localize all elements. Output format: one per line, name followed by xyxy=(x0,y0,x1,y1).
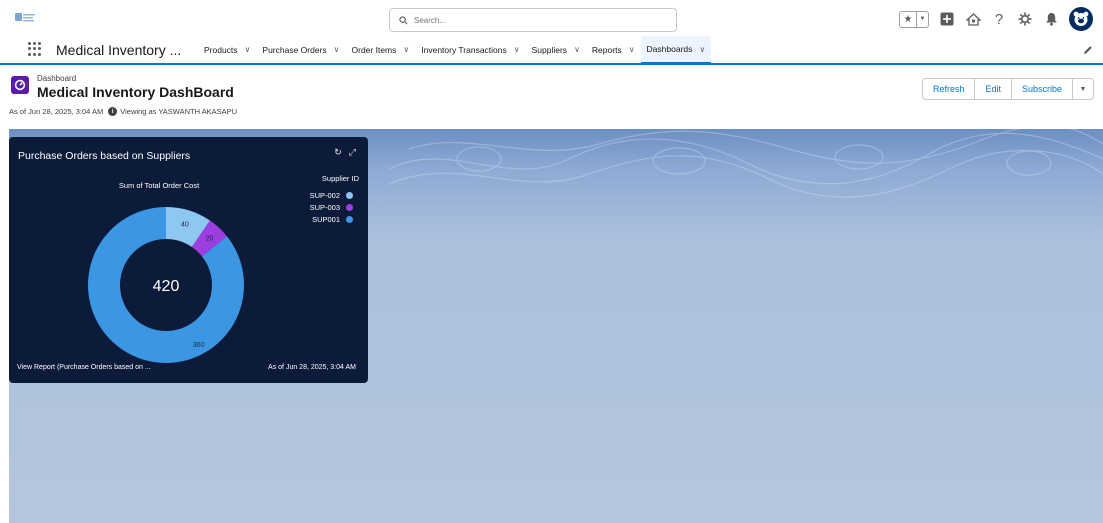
user-avatar[interactable] xyxy=(1069,7,1093,31)
app-launcher-icon[interactable] xyxy=(28,42,42,56)
trailhead-icon[interactable] xyxy=(965,11,981,27)
edit-nav-pencil-icon[interactable] xyxy=(1083,45,1093,55)
view-report-link[interactable]: View Report (Purchase Orders based on ..… xyxy=(17,364,151,371)
nav-tab-label: Inventory Transactions xyxy=(421,44,507,55)
expand-icon[interactable]: ⤢ xyxy=(349,147,356,158)
viewing-as-text: Viewing as YASWANTH AKASAPU xyxy=(120,107,238,116)
favorites-control[interactable]: ★ ▼ xyxy=(899,10,929,28)
search-icon xyxy=(399,15,408,24)
chart-legend: SUP-002 SUP-003 SUP001 xyxy=(310,189,353,225)
widget-tools: ↻ ⤢ xyxy=(334,147,356,158)
chevron-down-icon[interactable]: ∨ xyxy=(574,45,580,54)
legend-item[interactable]: SUP-002 xyxy=(310,189,353,201)
page-title: Medical Inventory DashBoard xyxy=(37,84,234,100)
dashboard-icon xyxy=(11,76,29,94)
donut-data-label: 360 xyxy=(193,342,205,349)
app-navigation-bar: Medical Inventory ... Products ∨ Purchase… xyxy=(0,36,1103,65)
chevron-down-icon: ▼ xyxy=(1079,85,1087,93)
chevron-down-icon[interactable]: ∨ xyxy=(514,45,520,54)
legend-label: SUP-002 xyxy=(309,190,340,200)
app-name: Medical Inventory ... xyxy=(56,42,182,58)
refresh-button[interactable]: Refresh xyxy=(921,78,976,100)
edit-button[interactable]: Edit xyxy=(974,78,1012,100)
nav-tab-label: Dashboards xyxy=(646,44,693,54)
nav-tab-dashboards[interactable]: Dashboards ∨ xyxy=(640,36,712,65)
global-actions-icon[interactable] xyxy=(939,11,955,27)
dashboard-timestamp: As of Jun 28, 2025, 3:04 AM i Viewing as… xyxy=(9,107,237,116)
chevron-down-icon[interactable]: ∨ xyxy=(245,45,251,54)
chart-measure-label: Sum of Total Order Cost xyxy=(118,181,200,190)
legend-swatch xyxy=(346,191,353,199)
nav-tab-inventory-transactions[interactable]: Inventory Transactions ∨ xyxy=(415,36,525,63)
nav-tab-order-items[interactable]: Order Items ∨ xyxy=(346,36,416,63)
donut-center-total: 420 xyxy=(153,278,180,295)
breadcrumb: Dashboard xyxy=(37,74,77,83)
chevron-down-icon[interactable]: ∨ xyxy=(334,45,340,54)
chevron-down-icon[interactable]: ∨ xyxy=(629,45,635,54)
refresh-icon[interactable]: ↻ xyxy=(334,147,342,158)
nav-tab-label: Products xyxy=(204,44,238,55)
legend-item[interactable]: SUP001 xyxy=(310,213,353,225)
nav-tab-label: Suppliers xyxy=(531,44,568,55)
global-search-input[interactable]: Search... xyxy=(389,8,677,32)
donut-chart: 40 20 360 420 xyxy=(87,207,244,363)
legend-item[interactable]: SUP-003 xyxy=(310,201,353,213)
nav-tab-label: Reports xyxy=(591,44,622,55)
header-tools: ★ ▼ ? xyxy=(899,5,1093,33)
info-icon[interactable]: i xyxy=(108,107,118,116)
dashboard-actions: Refresh Edit Subscribe ▼ xyxy=(921,78,1094,100)
legend-label: SUP001 xyxy=(312,214,340,224)
legend-swatch xyxy=(346,215,353,223)
donut-data-label: 40 xyxy=(181,221,189,228)
astro-icon xyxy=(1073,11,1089,26)
nav-tab-purchase-orders[interactable]: Purchase Orders ∨ xyxy=(256,36,345,63)
widget-timestamp: As of Jun 28, 2025, 3:04 AM xyxy=(268,364,356,371)
star-icon[interactable]: ★ xyxy=(900,11,917,27)
more-actions-dropdown[interactable]: ▼ xyxy=(1072,78,1094,100)
chevron-down-icon[interactable]: ▼ xyxy=(917,12,928,27)
bell-icon[interactable] xyxy=(1043,11,1059,27)
nav-tab-label: Purchase Orders xyxy=(262,44,327,55)
subscribe-button[interactable]: Subscribe xyxy=(1010,78,1073,100)
as-of-text: As of Jun 28, 2025, 3:04 AM xyxy=(9,107,104,116)
donut-data-label: 20 xyxy=(206,236,214,243)
gear-icon[interactable] xyxy=(1017,11,1033,27)
legend-swatch xyxy=(346,203,353,211)
legend-title: Supplier ID xyxy=(321,174,359,183)
chevron-down-icon[interactable]: ∨ xyxy=(699,45,705,54)
dashboard-header: Dashboard Medical Inventory DashBoard As… xyxy=(9,68,1101,128)
nav-tabs: Products ∨ Purchase Orders ∨ Order Items ∨ … xyxy=(198,36,712,65)
nav-tab-reports[interactable]: Reports ∨ xyxy=(586,36,641,63)
dashboard-widget: Purchase Orders based on Suppliers ↻ ⤢ S… xyxy=(9,137,368,383)
background-pattern xyxy=(389,129,1103,198)
legend-label: SUP-003 xyxy=(309,202,340,212)
help-icon[interactable]: ? xyxy=(991,11,1007,28)
org-logo-icon[interactable] xyxy=(15,11,35,23)
global-header: Search... ★ ▼ ? xyxy=(0,0,1103,36)
nav-tab-products[interactable]: Products ∨ xyxy=(198,36,256,63)
widget-title: Purchase Orders based on Suppliers xyxy=(18,150,191,162)
nav-tab-suppliers[interactable]: Suppliers ∨ xyxy=(526,36,586,63)
search-placeholder: Search... xyxy=(414,15,447,25)
nav-tab-label: Order Items xyxy=(351,44,397,55)
chevron-down-icon[interactable]: ∨ xyxy=(403,45,409,54)
